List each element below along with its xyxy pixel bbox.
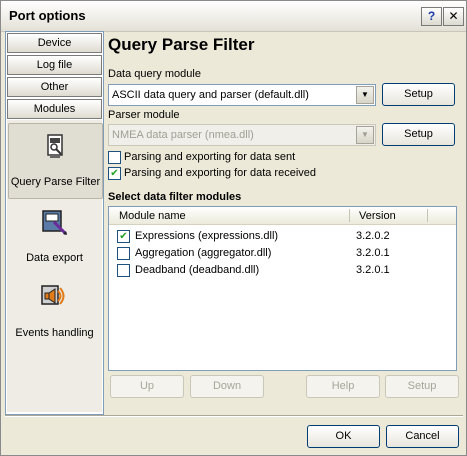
column-version[interactable]: Version — [359, 210, 396, 222]
column-separator[interactable] — [427, 209, 428, 222]
nav-item-query-parse-filter[interactable]: Query Parse Filter — [8, 123, 103, 199]
ok-button[interactable]: OK — [307, 425, 380, 448]
parser-module-label: Parser module — [108, 109, 180, 121]
list-header: Module name Version — [109, 207, 456, 225]
up-button[interactable]: Up — [110, 375, 184, 398]
query-module-select[interactable]: ASCII data query and parser (default.dll… — [108, 84, 376, 106]
events-handling-icon — [41, 285, 65, 305]
help-title-button[interactable]: ? — [421, 7, 442, 26]
module-list: Query Parse Filter Data export Events ha… — [7, 120, 103, 412]
query-setup-button[interactable]: Setup — [382, 83, 455, 106]
module-version: 3.2.0.2 — [356, 230, 390, 242]
filter-setup-button[interactable]: Setup — [385, 375, 459, 398]
parse-sent-checkbox[interactable] — [108, 151, 121, 164]
nav-item-data-export[interactable]: Data export — [8, 200, 101, 274]
filter-section-title: Select data filter modules — [108, 191, 242, 203]
parse-sent-label: Parsing and exporting for data sent — [124, 151, 296, 163]
nav-item-label: Events handling — [15, 327, 94, 339]
down-button[interactable]: Down — [190, 375, 264, 398]
chevron-down-icon[interactable]: ▼ — [356, 126, 374, 144]
tab-other[interactable]: Other — [7, 77, 102, 97]
module-name: Expressions (expressions.dll) — [135, 230, 279, 242]
nav-item-label: Query Parse Filter — [10, 176, 101, 188]
nav-item-events-handling[interactable]: Events handling — [8, 275, 101, 349]
table-row[interactable]: Aggregation (aggregator.dll) 3.2.0.1 — [109, 244, 456, 261]
row-checkbox[interactable] — [117, 264, 130, 277]
tab-modules[interactable]: Modules — [7, 99, 102, 119]
port-options-window: Port options ? ✕ Device Log file Other M… — [0, 0, 467, 456]
query-module-label: Data query module — [108, 68, 201, 80]
data-export-icon — [42, 210, 68, 236]
column-separator[interactable] — [349, 209, 350, 222]
parse-received-checkbox[interactable]: ✔ — [108, 167, 121, 180]
window-title: Port options — [9, 8, 86, 23]
query-parse-filter-icon — [47, 134, 63, 158]
footer-divider — [5, 415, 463, 417]
sidebar: Device Log file Other Modules Query Pars… — [5, 31, 104, 415]
module-version: 3.2.0.1 — [356, 264, 390, 276]
table-row[interactable]: ✔ Expressions (expressions.dll) 3.2.0.2 — [109, 227, 456, 244]
filter-module-list[interactable]: Module name Version ✔ Expressions (expre… — [108, 206, 457, 371]
cancel-button[interactable]: Cancel — [386, 425, 459, 448]
parser-module-select[interactable]: NMEA data parser (nmea.dll) ▼ — [108, 124, 376, 146]
close-button[interactable]: ✕ — [443, 7, 464, 26]
table-row[interactable]: Deadband (deadband.dll) 3.2.0.1 — [109, 261, 456, 278]
page-title: Query Parse Filter — [108, 35, 255, 54]
module-name: Aggregation (aggregator.dll) — [135, 247, 272, 259]
chevron-down-icon[interactable]: ▼ — [356, 86, 374, 104]
help-button[interactable]: Help — [306, 375, 380, 398]
title-bar: Port options ? ✕ — [1, 1, 466, 32]
parser-setup-button[interactable]: Setup — [382, 123, 455, 146]
tab-log-file[interactable]: Log file — [7, 55, 102, 75]
module-version: 3.2.0.1 — [356, 247, 390, 259]
parser-module-value: NMEA data parser (nmea.dll) — [112, 129, 254, 141]
tab-device[interactable]: Device — [7, 33, 102, 53]
column-module-name[interactable]: Module name — [119, 210, 186, 222]
row-checkbox[interactable] — [117, 247, 130, 260]
row-checkbox[interactable]: ✔ — [117, 230, 130, 243]
nav-item-label: Data export — [26, 252, 83, 264]
parse-received-label: Parsing and exporting for data received — [124, 167, 317, 179]
module-name: Deadband (deadband.dll) — [135, 264, 260, 276]
query-module-value: ASCII data query and parser (default.dll… — [112, 89, 309, 101]
